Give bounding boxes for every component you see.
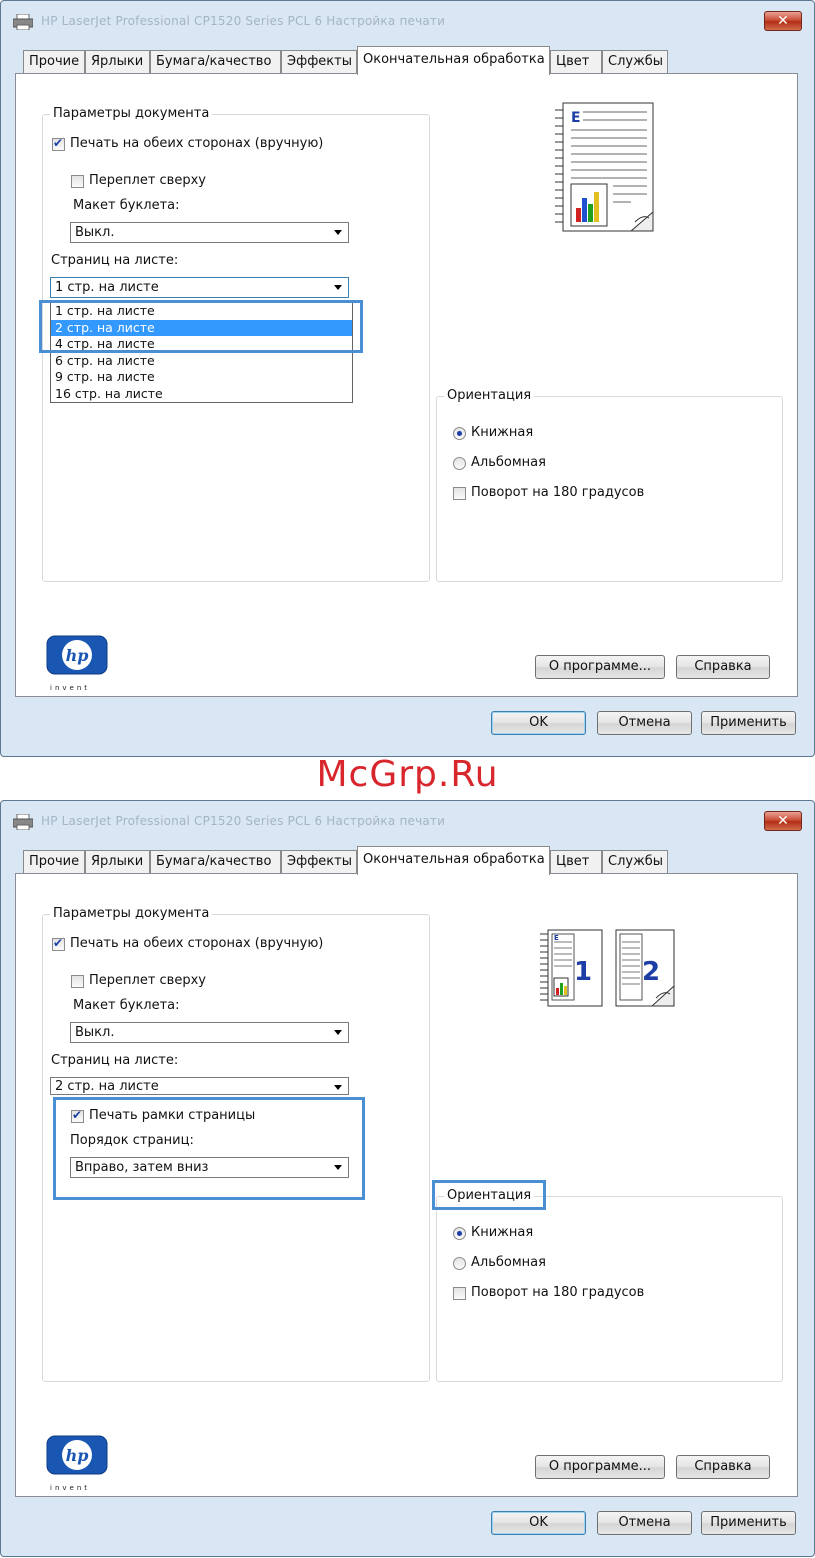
dropdown-option[interactable]: 9 стр. на листе: [51, 369, 352, 386]
callout-highlight: [39, 300, 363, 353]
duplex-label: Печать на обеих сторонах (вручную): [70, 136, 324, 151]
booklet-layout-select[interactable]: Выкл.: [70, 222, 349, 243]
rotate-180-label: Поворот на 180 градусов: [471, 485, 645, 500]
watermark: McGrp.Ru: [316, 754, 499, 795]
tab-paper-quality[interactable]: Бумага/качество: [150, 50, 281, 74]
page-number-2: 2: [642, 957, 660, 987]
portrait-radio[interactable]: [453, 1227, 466, 1240]
tab-services[interactable]: Службы: [602, 50, 668, 74]
landscape-radio[interactable]: [453, 1257, 466, 1270]
document-preview-icon: E: [555, 102, 654, 232]
ok-button[interactable]: OK: [491, 1511, 586, 1535]
hp-logo-mark: hp: [66, 1446, 89, 1465]
callout-highlight: [432, 1180, 546, 1210]
landscape-label: Альбомная: [471, 1255, 546, 1270]
preview-letter: E: [571, 110, 581, 126]
dropdown-option[interactable]: 6 стр. на листе: [51, 353, 352, 370]
cancel-button[interactable]: Отмена: [597, 1511, 692, 1535]
booklet-layout-label: Макет буклета:: [73, 998, 180, 1013]
tab-paper-quality[interactable]: Бумага/качество: [150, 850, 281, 874]
flip-pages-up-label: Переплет сверху: [89, 173, 206, 188]
about-button[interactable]: О программе...: [535, 655, 665, 679]
flip-pages-up-checkbox[interactable]: [71, 175, 84, 188]
callout-highlight: [53, 1097, 365, 1200]
pages-per-sheet-value: 1 стр. на листе: [55, 280, 159, 295]
booklet-layout-select[interactable]: Выкл.: [70, 1022, 349, 1043]
finishing-panel: Параметры документа Печать на обеих стор…: [15, 873, 798, 1497]
portrait-label: Книжная: [471, 425, 534, 440]
rotate-180-checkbox[interactable]: [453, 1287, 466, 1300]
printer-icon: [13, 814, 33, 830]
tab-effects[interactable]: Эффекты: [281, 850, 357, 874]
hp-tagline: invent: [50, 1484, 91, 1492]
document-options-legend: Параметры документа: [50, 906, 213, 921]
pages-per-sheet-value: 2 стр. на листе: [55, 1079, 159, 1094]
tab-shortcuts[interactable]: Ярлыки: [85, 850, 150, 874]
chevron-down-icon: [334, 285, 342, 290]
title-bar[interactable]: HP LaserJet Professional CP1520 Series P…: [1, 801, 814, 843]
title-bar[interactable]: HP LaserJet Professional CP1520 Series P…: [1, 1, 814, 43]
landscape-label: Альбомная: [471, 455, 546, 470]
printing-preferences-window: HP LaserJet Professional CP1520 Series P…: [0, 0, 815, 757]
rotate-180-checkbox[interactable]: [453, 487, 466, 500]
apply-button[interactable]: Применить: [701, 711, 796, 735]
help-button[interactable]: Справка: [676, 655, 770, 679]
booklet-layout-value: Выкл.: [75, 1025, 115, 1040]
hp-logo: hp: [46, 1435, 108, 1475]
dropdown-option[interactable]: 16 стр. на листе: [51, 386, 352, 403]
flip-pages-up-checkbox[interactable]: [71, 975, 84, 988]
tab-finishing[interactable]: Окончательная обработка: [357, 846, 550, 875]
tab-effects[interactable]: Эффекты: [281, 50, 357, 74]
apply-button[interactable]: Применить: [701, 1511, 796, 1535]
pages-per-sheet-select[interactable]: 1 стр. на листе: [50, 277, 349, 298]
preview-letter: E: [554, 934, 559, 942]
portrait-radio[interactable]: [453, 427, 466, 440]
window-title: HP LaserJet Professional CP1520 Series P…: [41, 14, 446, 28]
pages-per-sheet-select[interactable]: 2 стр. на листе: [50, 1077, 349, 1095]
tab-color[interactable]: Цвет: [550, 50, 602, 74]
landscape-radio[interactable]: [453, 457, 466, 470]
chevron-down-icon: [334, 230, 342, 235]
booklet-layout-label: Макет буклета:: [73, 198, 180, 213]
portrait-label: Книжная: [471, 1225, 534, 1240]
booklet-layout-value: Выкл.: [75, 225, 115, 240]
help-button[interactable]: Справка: [676, 1455, 770, 1479]
cancel-button[interactable]: Отмена: [597, 711, 692, 735]
ok-button[interactable]: OK: [491, 711, 586, 735]
finishing-panel: Параметры документа Печать на обеих стор…: [15, 73, 798, 697]
duplex-label: Печать на обеих сторонах (вручную): [70, 936, 324, 951]
orientation-legend: Ориентация: [444, 388, 535, 403]
chevron-down-icon: [334, 1030, 342, 1035]
chevron-down-icon: [334, 1085, 342, 1090]
rotate-180-label: Поворот на 180 градусов: [471, 1285, 645, 1300]
pages-per-sheet-label: Страниц на листе:: [51, 253, 179, 268]
window-title: HP LaserJet Professional CP1520 Series P…: [41, 814, 446, 828]
pages-per-sheet-label: Страниц на листе:: [51, 1053, 179, 1068]
tab-finishing[interactable]: Окончательная обработка: [357, 46, 550, 75]
duplex-checkbox[interactable]: [52, 936, 65, 951]
tab-services[interactable]: Службы: [602, 850, 668, 874]
tab-other[interactable]: Прочие: [23, 50, 85, 74]
flip-pages-up-label: Переплет сверху: [89, 973, 206, 988]
tab-shortcuts[interactable]: Ярлыки: [85, 50, 150, 74]
two-pages-preview-icon: E 1 2: [540, 929, 675, 1007]
duplex-checkbox[interactable]: [52, 136, 65, 151]
printing-preferences-window: HP LaserJet Professional CP1520 Series P…: [0, 800, 815, 1557]
tab-other[interactable]: Прочие: [23, 850, 85, 874]
close-button[interactable]: ✕: [764, 11, 802, 31]
close-button[interactable]: ✕: [764, 811, 802, 831]
hp-logo-mark: hp: [66, 646, 89, 665]
hp-tagline: invent: [50, 684, 91, 692]
about-button[interactable]: О программе...: [535, 1455, 665, 1479]
page-number-1: 1: [574, 957, 592, 987]
document-options-legend: Параметры документа: [50, 106, 213, 121]
tab-color[interactable]: Цвет: [550, 850, 602, 874]
hp-logo: hp: [46, 635, 108, 675]
printer-icon: [13, 14, 33, 30]
